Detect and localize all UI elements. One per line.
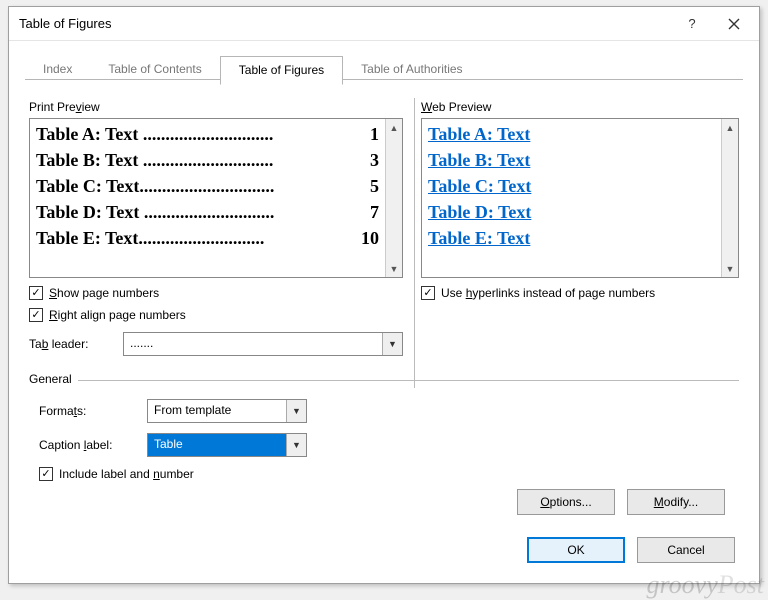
ok-button[interactable]: OK xyxy=(527,537,625,563)
help-button[interactable]: ? xyxy=(671,10,713,38)
chevron-down-icon[interactable]: ▼ xyxy=(286,434,306,456)
tab-leader-label: Tab leader: xyxy=(29,337,115,351)
dialog-title: Table of Figures xyxy=(19,16,671,31)
tab-underline xyxy=(25,79,743,80)
right-align-label: Right align page numbers xyxy=(49,308,186,322)
tab-table-of-contents[interactable]: Table of Contents xyxy=(90,56,219,85)
web-preview-box: Table A: Text Table B: Text Table C: Tex… xyxy=(421,118,739,278)
general-label: General xyxy=(29,372,78,386)
web-preview-scrollbar[interactable]: ▲ ▼ xyxy=(721,119,738,277)
show-page-numbers-label: Show page numbers xyxy=(49,286,159,300)
include-label-label: Include label and number xyxy=(59,467,194,481)
web-link[interactable]: Table D: Text xyxy=(428,199,715,225)
use-hyperlinks-label: Use hyperlinks instead of page numbers xyxy=(441,286,655,300)
chevron-down-icon[interactable]: ▼ xyxy=(382,333,402,355)
tab-index[interactable]: Index xyxy=(25,56,90,85)
right-align-checkbox[interactable]: ✓ xyxy=(29,308,43,322)
tab-leader-combo[interactable]: ....... ▼ xyxy=(123,332,403,356)
scroll-down-icon[interactable]: ▼ xyxy=(722,260,738,277)
web-link[interactable]: Table B: Text xyxy=(428,147,715,173)
show-page-numbers-checkbox[interactable]: ✓ xyxy=(29,286,43,300)
modify-button[interactable]: Modify... xyxy=(627,489,725,515)
print-preview-content: Table A: Text ..........................… xyxy=(30,119,385,277)
caption-label-label: Caption label: xyxy=(39,438,139,452)
formats-combo[interactable]: From template ▼ xyxy=(147,399,307,423)
include-label-checkbox[interactable]: ✓ xyxy=(39,467,53,481)
scroll-down-icon[interactable]: ▼ xyxy=(386,260,402,277)
tab-table-of-authorities[interactable]: Table of Authorities xyxy=(343,56,480,85)
print-preview-box: Table A: Text ..........................… xyxy=(29,118,403,278)
options-button[interactable]: Options... xyxy=(517,489,615,515)
web-preview-content: Table A: Text Table B: Text Table C: Tex… xyxy=(422,119,721,277)
caption-label-combo[interactable]: Table ▼ xyxy=(147,433,307,457)
dialog-content: Print Preview Table A: Text ............… xyxy=(9,84,759,573)
print-preview-scrollbar[interactable]: ▲ ▼ xyxy=(385,119,402,277)
scroll-up-icon[interactable]: ▲ xyxy=(386,119,402,136)
vertical-divider xyxy=(414,98,415,388)
formats-label: Formats: xyxy=(39,404,139,418)
web-preview-label: Web Preview xyxy=(421,100,739,114)
general-group: General Formats: From template ▼ Caption… xyxy=(29,380,739,519)
watermark: groovyPost xyxy=(647,570,764,600)
titlebar: Table of Figures ? xyxy=(9,7,759,41)
scroll-up-icon[interactable]: ▲ xyxy=(722,119,738,136)
dialog-window: Table of Figures ? Index Table of Conten… xyxy=(8,6,760,584)
close-button[interactable] xyxy=(713,10,755,38)
cancel-button[interactable]: Cancel xyxy=(637,537,735,563)
web-link[interactable]: Table E: Text xyxy=(428,225,715,251)
use-hyperlinks-checkbox[interactable]: ✓ xyxy=(421,286,435,300)
tab-table-of-figures[interactable]: Table of Figures xyxy=(220,56,343,85)
web-link[interactable]: Table C: Text xyxy=(428,173,715,199)
web-link[interactable]: Table A: Text xyxy=(428,121,715,147)
print-preview-label: Print Preview xyxy=(29,100,403,114)
chevron-down-icon[interactable]: ▼ xyxy=(286,400,306,422)
